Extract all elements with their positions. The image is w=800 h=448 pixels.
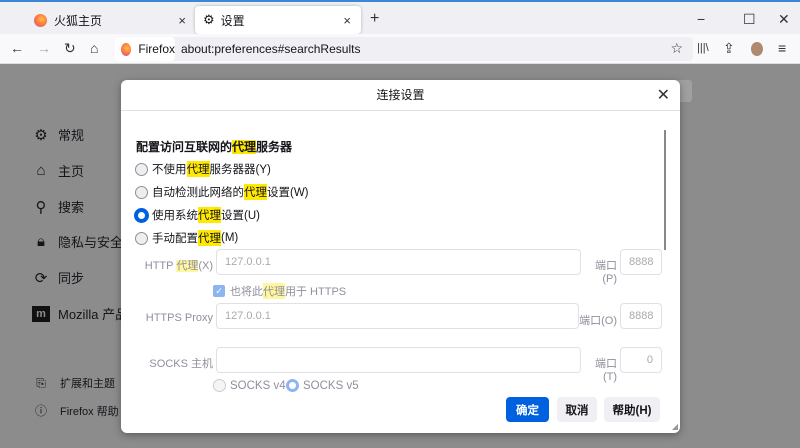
sidebar-item-general[interactable]: ⚙ 常规 — [32, 125, 84, 144]
https-port-input[interactable]: 8888 — [620, 303, 662, 329]
sidebar-firefox-help[interactable]: ⓘ Firefox 帮助 — [32, 402, 119, 419]
identity-box[interactable]: Firefox — [115, 37, 175, 61]
socks-host-label: SOCKS 主机 — [149, 358, 213, 370]
socks-port-input[interactable]: 0 — [620, 347, 662, 373]
radio-auto-detect[interactable]: 自动检测此网络的 代理 设置(W) — [135, 184, 309, 200]
library-icon[interactable]: |||\ — [697, 42, 709, 54]
url-bar[interactable]: Firefox about:preferences#searchResults … — [115, 37, 693, 61]
socks-port-label: 端口(T) — [595, 358, 617, 383]
socks-host-input[interactable] — [216, 347, 581, 373]
https-proxy-label: HTTPS Proxy — [145, 312, 213, 324]
radio-button[interactable] — [135, 185, 148, 199]
http-proxy-label: HTTP 代理(X) — [144, 260, 213, 272]
gear-icon: ⚙ — [203, 12, 215, 27]
sidebar-label: 同步 — [58, 271, 85, 286]
maximize-button[interactable]: ☐ — [743, 11, 756, 28]
close-tab-icon[interactable]: × — [343, 13, 351, 28]
radio-socks-v5[interactable]: SOCKS v5 — [286, 379, 359, 392]
extensions-icon[interactable]: ⇪ — [723, 40, 735, 57]
sidebar-label: Firefox 帮助 — [60, 405, 119, 418]
radio-button[interactable] — [135, 162, 148, 176]
sidebar-label: Mozilla 产品 — [58, 307, 129, 322]
sidebar-item-home[interactable]: ⌂ 主页 — [32, 161, 84, 180]
scrollbar[interactable] — [664, 130, 666, 250]
close-tab-icon[interactable]: × — [178, 13, 186, 28]
bookmark-star-icon[interactable]: ☆ — [670, 40, 683, 57]
http-port-input[interactable]: 8888 — [620, 249, 662, 275]
proxy-heading: 配置访问互联网的代理服务器 — [136, 140, 293, 154]
firefox-icon — [34, 13, 47, 27]
radio-socks-v4[interactable]: SOCKS v4 — [213, 379, 286, 392]
tab-label: 设置 — [220, 13, 245, 28]
new-tab-button[interactable]: + — [370, 10, 379, 28]
tab-label: 火狐主页 — [54, 13, 103, 28]
home-button[interactable]: ⌂ — [90, 40, 98, 56]
help-button[interactable]: 帮助(H) — [604, 397, 660, 422]
sidebar-item-privacy[interactable]: 🔒︎ 隐私与安全 — [32, 232, 123, 251]
radio-system-proxy[interactable]: 使用系统 代理 设置(U) — [135, 207, 260, 223]
sidebar-label: 主页 — [58, 164, 85, 179]
radio-button-selected[interactable] — [135, 208, 148, 222]
also-use-for-https-checkbox[interactable]: ✓ 也将此 代理 用于 HTTPS — [213, 283, 346, 299]
radio-button-selected[interactable] — [286, 379, 299, 392]
http-port-label: 端口(P) — [595, 260, 617, 285]
gear-icon: ⚙ — [34, 126, 48, 144]
mozilla-icon: m — [32, 305, 50, 322]
home-icon: ⌂ — [36, 162, 46, 179]
help-icon: ⓘ — [34, 404, 47, 418]
radio-button[interactable] — [135, 231, 148, 245]
checkbox-checked-icon[interactable]: ✓ — [213, 285, 225, 297]
resize-grip-icon[interactable]: ◢ — [672, 422, 678, 431]
forward-button[interactable]: → — [37, 40, 51, 56]
sync-icon: ⟳ — [34, 269, 48, 287]
sidebar-item-mozilla[interactable]: m Mozilla 产品 — [32, 304, 128, 323]
sidebar-item-sync[interactable]: ⟳ 同步 — [32, 268, 84, 287]
sidebar-label: 常规 — [58, 128, 85, 143]
https-port-label: 端口(O) — [579, 315, 617, 327]
close-icon[interactable]: ✕ — [657, 85, 670, 105]
reload-button[interactable]: ↻ — [64, 40, 76, 57]
ok-button[interactable]: 确定 — [506, 397, 549, 422]
search-icon: ⚲ — [35, 198, 47, 216]
sidebar-extensions-themes[interactable]: ⎘ 扩展和主题 — [32, 375, 115, 391]
account-avatar[interactable] — [751, 42, 763, 56]
puzzle-icon: ⎘ — [36, 375, 46, 390]
back-button[interactable]: ← — [10, 40, 24, 56]
sidebar-item-search[interactable]: ⚲ 搜索 — [32, 197, 85, 216]
firefox-icon — [121, 42, 132, 56]
radio-no-proxy[interactable]: 不使用 代理 服务器器(Y) — [135, 161, 271, 177]
minimize-button[interactable]: − — [697, 11, 705, 27]
radio-button[interactable] — [213, 379, 226, 392]
dialog-title: 连接设置 — [121, 80, 680, 111]
tab-bar: 火狐主页 × ⚙ 设置 × + − ☐ ✕ — [0, 2, 800, 34]
nav-bar: ← → ↻ ⌂ Firefox about:preferences#search… — [0, 34, 800, 64]
menu-icon[interactable]: ≡ — [778, 40, 786, 56]
radio-manual-proxy[interactable]: 手动配置 代理 (M) — [135, 230, 238, 246]
identity-label: Firefox — [138, 42, 175, 56]
tab-firefox-home[interactable]: 火狐主页 × — [26, 6, 196, 34]
http-proxy-input[interactable]: 127.0.0.1 — [216, 249, 581, 275]
sidebar-label: 隐私与安全 — [58, 235, 124, 250]
close-window-button[interactable]: ✕ — [778, 11, 790, 28]
connection-settings-dialog: 连接设置 ✕ 配置访问互联网的代理服务器 不使用 代理 服务器器(Y) 自动检测此网… — [121, 80, 680, 433]
sidebar-label: 搜索 — [58, 200, 85, 215]
cancel-button[interactable]: 取消 — [557, 397, 597, 422]
url-text[interactable]: about:preferences#searchResults — [181, 42, 360, 56]
lock-icon: 🔒︎ — [37, 233, 45, 250]
https-proxy-input[interactable]: 127.0.0.1 — [216, 303, 579, 329]
tab-settings[interactable]: ⚙ 设置 × — [195, 6, 361, 34]
sidebar-label: 扩展和主题 — [60, 378, 115, 390]
